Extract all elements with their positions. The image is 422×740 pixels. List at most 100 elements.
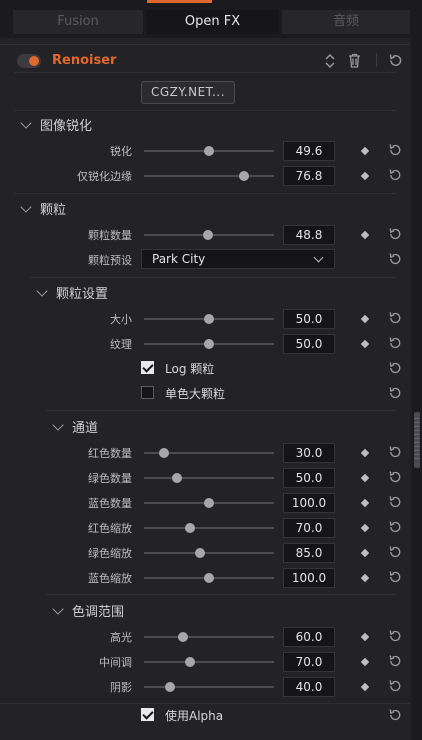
reset-icon[interactable] (388, 445, 402, 459)
red-amount-value-field[interactable]: 30.0 (283, 443, 335, 463)
edge-sharpen-slider[interactable] (144, 171, 274, 181)
use-alpha-checkbox[interactable] (141, 708, 154, 721)
red-scale-slider-thumb[interactable] (184, 523, 195, 533)
green-scale-value-field[interactable]: 85.0 (283, 543, 335, 563)
green-amount-slider[interactable] (144, 473, 274, 483)
reset-icon[interactable] (388, 143, 402, 157)
log-grain-checkbox[interactable] (141, 361, 154, 374)
highlights-slider-thumb[interactable] (178, 632, 188, 642)
grain-preset-label: 颗粒预设 (88, 254, 132, 267)
reset-icon[interactable] (388, 252, 402, 266)
midtones-label: 中间调 (99, 656, 132, 669)
reset-icon[interactable] (388, 336, 402, 350)
section-channels[interactable]: 通道 (52, 417, 98, 436)
red-amount-slider[interactable] (144, 448, 274, 458)
texture-label: 纹理 (110, 338, 132, 351)
blue-scale-value-field[interactable]: 100.0 (283, 568, 335, 588)
divider (0, 703, 410, 704)
green-amount-label: 绿色数量 (88, 472, 132, 485)
reset-icon[interactable] (388, 361, 402, 375)
blue-amount-slider[interactable] (144, 498, 274, 508)
red-amount-label: 红色数量 (88, 447, 132, 460)
reset-icon[interactable] (388, 545, 402, 559)
divider (30, 277, 396, 278)
up-down-arrows-icon[interactable] (324, 52, 336, 74)
blue-amount-label: 蓝色数量 (88, 497, 132, 510)
red-amount-slider-thumb[interactable] (158, 448, 169, 458)
chevron-down-icon (20, 201, 32, 213)
texture-slider-thumb[interactable] (204, 339, 214, 349)
grain-preset-value: Park City (152, 252, 206, 266)
tab-audio[interactable]: 音频 (282, 10, 410, 34)
sharpen-slider[interactable] (144, 146, 274, 156)
blue-amount-slider-thumb[interactable] (204, 498, 214, 508)
midtones-value-field[interactable]: 70.0 (283, 652, 335, 672)
tab-fusion[interactable]: Fusion (13, 10, 143, 34)
shadows-value-field[interactable]: 40.0 (283, 677, 335, 697)
highlights-value-field[interactable]: 60.0 (283, 627, 335, 647)
scrollbar-track[interactable] (412, 38, 422, 740)
toggle-icon[interactable] (17, 54, 41, 68)
blue-scale-slider-thumb[interactable] (204, 573, 214, 583)
reset-icon[interactable] (388, 708, 402, 722)
grain-amount-label: 颗粒数量 (88, 229, 132, 242)
scrollbar-thumb[interactable] (414, 412, 420, 468)
reset-icon[interactable] (388, 570, 402, 584)
size-value-field[interactable]: 50.0 (283, 309, 335, 329)
highlights-slider[interactable] (144, 632, 274, 642)
blue-scale-slider[interactable] (144, 573, 274, 583)
reset-icon[interactable] (388, 311, 402, 325)
grain-amount-slider-thumb[interactable] (202, 230, 213, 240)
section-sharpen[interactable]: 图像锐化 (20, 115, 92, 134)
red-scale-slider[interactable] (144, 523, 274, 533)
plugin-title: Renoiser (52, 53, 117, 68)
grain-preset-dropdown[interactable]: Park City (141, 249, 335, 269)
shadows-slider[interactable] (144, 682, 274, 692)
green-amount-slider-thumb[interactable] (171, 473, 182, 483)
blue-scale-label: 蓝色缩放 (88, 572, 132, 585)
cgzy-button[interactable]: CGZY.NET... (141, 81, 235, 104)
section-grain[interactable]: 颗粒 (20, 199, 66, 218)
grain-amount-slider[interactable] (144, 230, 274, 240)
divider (46, 410, 396, 411)
shadows-label: 阴影 (110, 681, 132, 694)
reset-icon[interactable] (388, 386, 402, 400)
midtones-slider[interactable] (144, 657, 274, 667)
shadows-slider-thumb[interactable] (165, 682, 175, 692)
log-grain-label: Log 颗粒 (165, 362, 215, 376)
reset-icon[interactable] (388, 654, 402, 668)
blue-amount-value-field[interactable]: 100.0 (283, 493, 335, 513)
reset-icon[interactable] (388, 227, 402, 241)
green-scale-slider-thumb[interactable] (194, 548, 205, 558)
size-slider-thumb[interactable] (204, 314, 214, 324)
red-scale-value-field[interactable]: 70.0 (283, 518, 335, 538)
reset-icon[interactable] (388, 679, 402, 693)
reset-icon[interactable] (388, 520, 402, 534)
section-grain-settings[interactable]: 颗粒设置 (36, 283, 108, 302)
edge-sharpen-label: 仅锐化边缘 (77, 170, 132, 183)
grain-amount-value-field[interactable]: 48.8 (283, 225, 335, 245)
section-tone-range[interactable]: 色调范围 (52, 601, 124, 620)
chevron-down-icon (52, 603, 64, 615)
size-slider[interactable] (144, 314, 274, 324)
green-amount-value-field[interactable]: 50.0 (283, 468, 335, 488)
trash-icon[interactable] (348, 53, 361, 72)
sharpen-value-field[interactable]: 49.6 (283, 141, 335, 161)
reset-icon[interactable] (388, 470, 402, 484)
divider (14, 193, 396, 194)
edge-sharpen-value-field[interactable]: 76.8 (283, 166, 335, 186)
sharpen-label: 锐化 (110, 145, 132, 158)
green-scale-slider[interactable] (144, 548, 274, 558)
midtones-slider-thumb[interactable] (184, 657, 195, 667)
use-alpha-label: 使用Alpha (165, 709, 224, 723)
reset-all-icon[interactable] (388, 53, 403, 71)
texture-slider[interactable] (144, 339, 274, 349)
mono-grain-checkbox[interactable] (141, 386, 154, 399)
reset-icon[interactable] (388, 629, 402, 643)
tab-open-fx[interactable]: Open FX (146, 10, 279, 34)
sharpen-slider-thumb[interactable] (204, 146, 214, 156)
chevron-down-icon (52, 419, 64, 431)
reset-icon[interactable] (388, 495, 402, 509)
texture-value-field[interactable]: 50.0 (283, 334, 335, 354)
reset-icon[interactable] (388, 168, 402, 182)
